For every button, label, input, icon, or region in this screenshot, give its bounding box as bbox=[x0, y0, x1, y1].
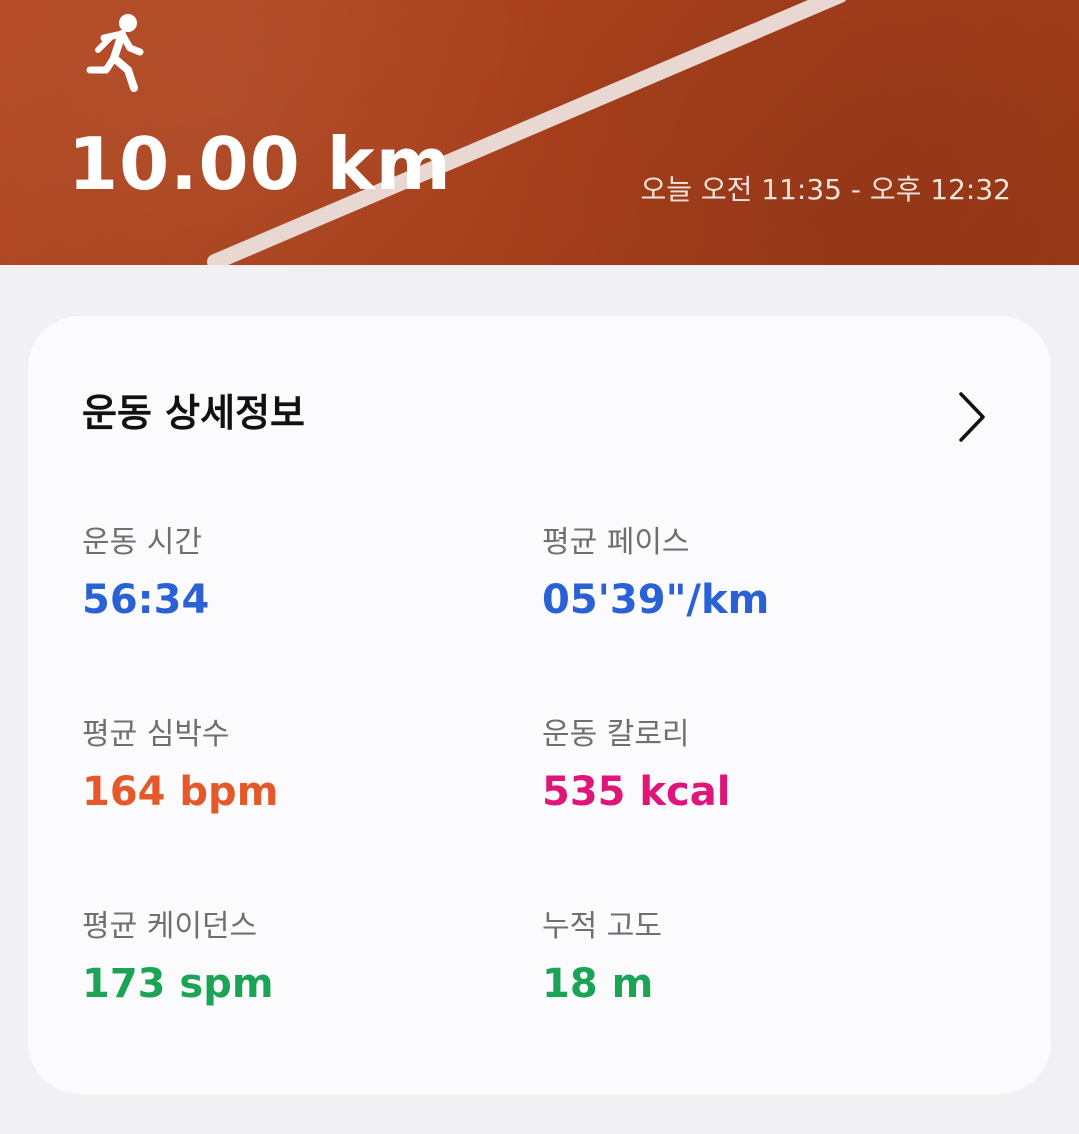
stat-elevation-gain: 누적 고도 18 m bbox=[542, 909, 662, 1007]
stat-value: 56:34 bbox=[82, 577, 210, 623]
stat-label: 평균 페이스 bbox=[542, 525, 690, 560]
stat-value: 173 spm bbox=[82, 961, 274, 1007]
stat-workout-time: 운동 시간 56:34 bbox=[82, 525, 210, 623]
stat-label: 평균 케이던스 bbox=[82, 909, 258, 944]
hero-banner: 10.00 km 오늘 오전 11:35 - 오후 12:32 bbox=[0, 0, 1079, 265]
running-person-icon bbox=[86, 14, 144, 92]
stat-value: 535 kcal bbox=[542, 769, 731, 815]
chevron-right-icon[interactable] bbox=[955, 390, 989, 444]
stat-label: 운동 시간 bbox=[82, 525, 202, 560]
stat-average-cadence: 평균 케이던스 173 spm bbox=[82, 909, 274, 1007]
workout-details-card[interactable]: 운동 상세정보 운동 시간 56:34 평균 페이스 05'39"/km 평균 … bbox=[28, 316, 1051, 1094]
distance-value: 10.00 km bbox=[68, 122, 452, 206]
stat-label: 누적 고도 bbox=[542, 909, 662, 944]
stat-average-heart-rate: 평균 심박수 164 bpm bbox=[82, 717, 279, 815]
stat-average-pace: 평균 페이스 05'39"/km bbox=[542, 525, 770, 623]
card-title: 운동 상세정보 bbox=[82, 391, 305, 435]
stat-calories: 운동 칼로리 535 kcal bbox=[542, 717, 731, 815]
stat-label: 운동 칼로리 bbox=[542, 717, 690, 752]
stat-value: 18 m bbox=[542, 961, 654, 1007]
stat-value: 164 bpm bbox=[82, 769, 279, 815]
stat-value: 05'39"/km bbox=[542, 577, 770, 623]
workout-time-range: 오늘 오전 11:35 - 오후 12:32 bbox=[640, 173, 1011, 206]
stat-label: 평균 심박수 bbox=[82, 717, 230, 752]
